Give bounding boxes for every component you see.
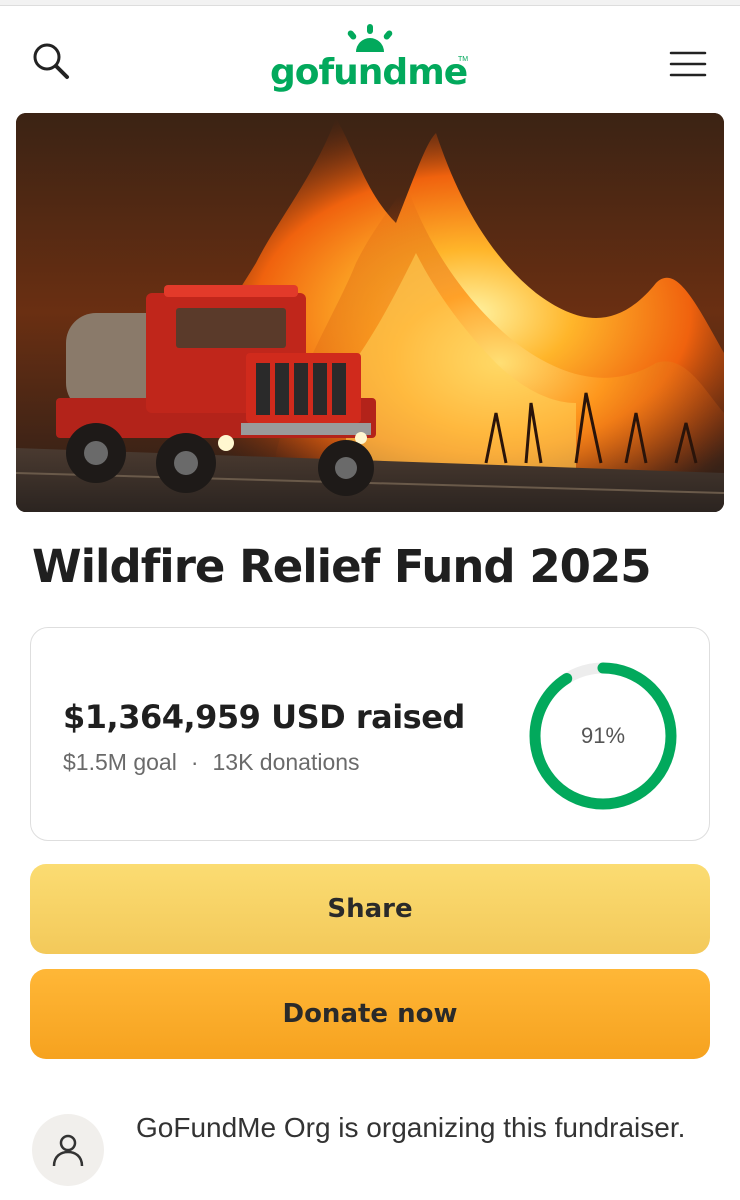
campaign-hero-image	[16, 113, 724, 512]
sun-logo-icon	[347, 24, 393, 52]
amount-raised: $1,364,959 USD raised	[63, 698, 465, 736]
progress-percent: 91%	[580, 723, 626, 748]
organizer-info: GoFundMe Org is organizing this fundrais…	[30, 1106, 720, 1196]
donation-stats-card: $1,364,959 USD raised $1.5M goal · 13K d…	[30, 627, 710, 841]
campaign-title: Wildfire Relief Fund 2025	[32, 540, 652, 593]
avatar	[32, 1114, 104, 1186]
search-button[interactable]	[24, 34, 80, 90]
organizer-text: GoFundMe Org is organizing this fundrais…	[136, 1112, 686, 1143]
gofundme-logo[interactable]: gofundme TM	[250, 24, 490, 100]
goal-and-donations: $1.5M goal · 13K donations	[63, 749, 360, 776]
goal-amount: $1.5M goal	[63, 749, 177, 775]
person-icon	[52, 1134, 84, 1167]
search-icon	[33, 43, 69, 79]
share-button[interactable]: Share	[30, 864, 710, 954]
menu-button[interactable]	[660, 36, 716, 92]
meta-separator: ·	[190, 749, 199, 775]
logo-trademark: TM	[458, 56, 469, 63]
site-header: gofundme TM	[0, 6, 740, 106]
menu-icon	[669, 51, 707, 77]
logo-wordmark: gofundme	[270, 52, 468, 93]
donate-now-button[interactable]: Donate now	[30, 969, 710, 1059]
donation-count: 13K donations	[212, 749, 360, 775]
